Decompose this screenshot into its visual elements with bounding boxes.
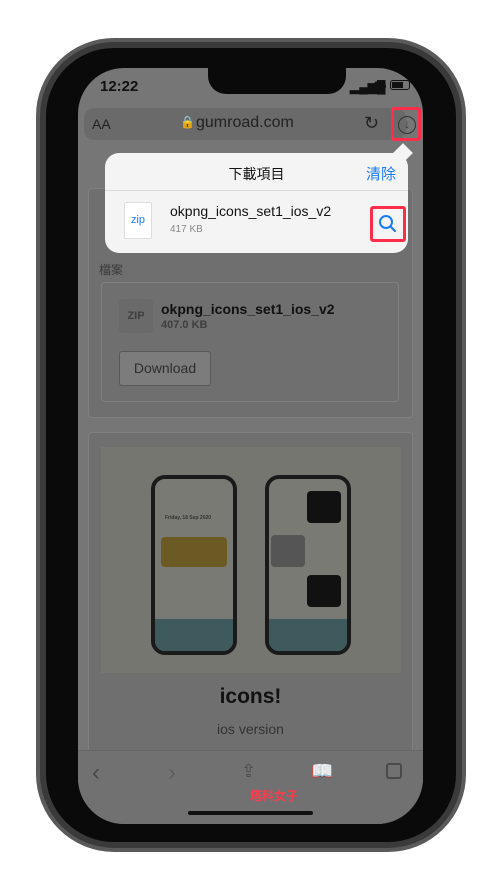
popup-title: 下載項目 bbox=[228, 166, 285, 182]
status-time: 12:22 bbox=[100, 78, 139, 95]
file-name: okpng_icons_set1_ios_v2 bbox=[161, 301, 335, 317]
reload-icon[interactable]: ↻ bbox=[364, 113, 379, 134]
battery-icon bbox=[390, 80, 410, 90]
url-domain[interactable]: gumroad.com bbox=[196, 114, 294, 132]
magnifier-icon[interactable] bbox=[373, 209, 403, 239]
download-item-name[interactable]: okpng_icons_set1_ios_v2 bbox=[170, 203, 331, 219]
watermark: 塔科女子 bbox=[250, 789, 299, 803]
download-button-highlight[interactable]: ↓ bbox=[391, 107, 421, 141]
download-icon[interactable]: ↓ bbox=[398, 116, 416, 134]
product-subtitle: ios version bbox=[217, 721, 284, 737]
file-size: 407.0 KB bbox=[161, 319, 208, 331]
zip-file-icon: zip bbox=[124, 202, 152, 239]
file-section-label: 檔案 bbox=[99, 263, 124, 277]
file-box: ZIP okpng_icons_set1_ios_v2 407.0 KB Dow… bbox=[101, 282, 399, 402]
lock-icon: 🔒 bbox=[180, 115, 195, 129]
download-button[interactable]: Download bbox=[119, 351, 211, 386]
tabs-icon[interactable] bbox=[386, 763, 402, 779]
home-indicator bbox=[188, 811, 313, 815]
clear-button[interactable]: 清除 bbox=[366, 163, 396, 184]
forward-icon[interactable]: › bbox=[168, 759, 176, 787]
bookmarks-icon[interactable]: 📖 bbox=[311, 761, 333, 782]
product-card: Friday, 18 Sep 2020 icons! ios version bbox=[88, 432, 413, 762]
screen: 12:22 ▂▄▆█ 4G AA 🔒 gumroad.com ↻ ↓ 檔案 ZI… bbox=[78, 68, 423, 824]
url-bar[interactable]: AA 🔒 gumroad.com ↻ bbox=[84, 108, 406, 140]
downloads-popup: 下載項目 清除 zip okpng_icons_set1_ios_v2 417 … bbox=[105, 153, 408, 253]
text-size-button[interactable]: AA bbox=[92, 116, 111, 132]
notch bbox=[208, 68, 346, 94]
share-icon[interactable]: ⇪ bbox=[241, 761, 256, 782]
download-item-size: 417 KB bbox=[170, 224, 203, 235]
bottom-toolbar: ‹ › ⇪ 📖 塔科女子 bbox=[78, 750, 423, 824]
divider bbox=[105, 190, 408, 191]
back-icon[interactable]: ‹ bbox=[92, 759, 100, 787]
show-in-files-button[interactable] bbox=[370, 206, 406, 242]
preview-phone-left: Friday, 18 Sep 2020 bbox=[151, 475, 237, 655]
product-title: icons! bbox=[219, 685, 282, 708]
zip-badge: ZIP bbox=[119, 299, 153, 333]
preview-date: Friday, 18 Sep 2020 bbox=[165, 515, 212, 521]
network-label: 4G bbox=[372, 80, 387, 92]
preview-phone-right bbox=[265, 475, 351, 655]
product-preview-image: Friday, 18 Sep 2020 bbox=[101, 447, 401, 673]
